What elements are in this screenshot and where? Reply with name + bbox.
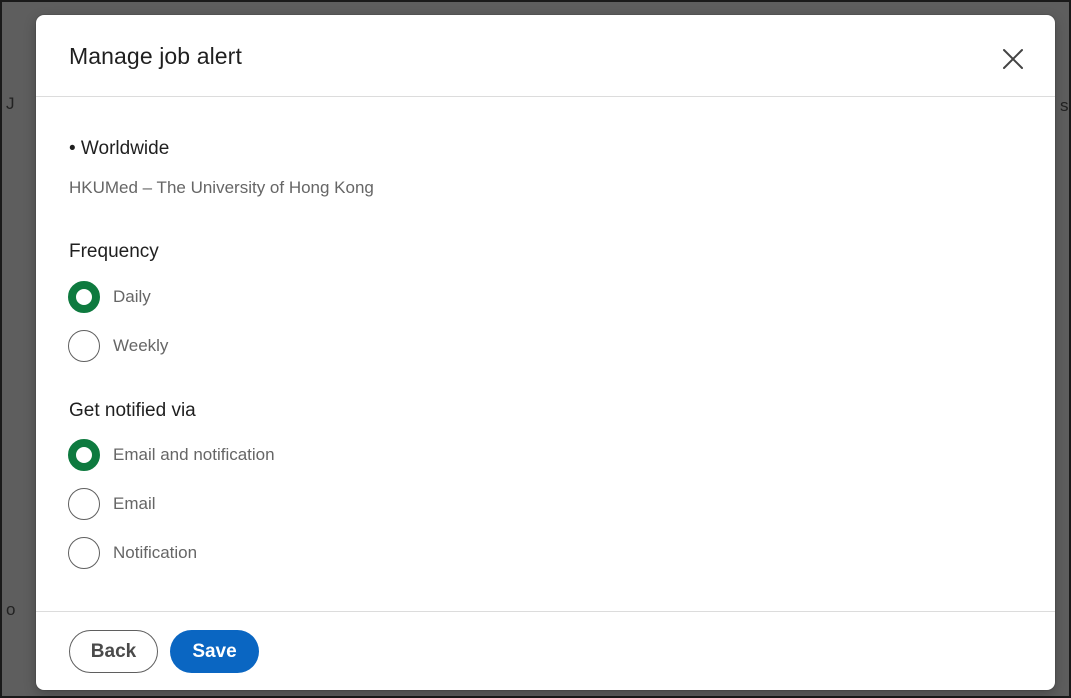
manage-job-alert-dialog: Manage job alert • Worldwide HKUMed – Th… xyxy=(36,15,1055,690)
back-button[interactable]: Back xyxy=(69,630,158,673)
radio-label-daily: Daily xyxy=(113,287,151,306)
radio-notify-email[interactable]: Email xyxy=(68,487,156,521)
radio-frequency-daily[interactable]: Daily xyxy=(68,280,151,314)
frequency-label: Frequency xyxy=(69,241,159,262)
radio-unchecked-icon[interactable] xyxy=(68,488,100,520)
radio-frequency-weekly[interactable]: Weekly xyxy=(68,329,168,363)
close-button[interactable] xyxy=(993,39,1033,79)
radio-label-email: Email xyxy=(113,494,156,513)
dialog-header: Manage job alert xyxy=(36,15,1055,97)
alert-company: HKUMed – The University of Hong Kong xyxy=(69,178,374,197)
alert-location: • Worldwide xyxy=(69,138,170,159)
radio-label-email-and-notification: Email and notification xyxy=(113,445,275,464)
radio-notify-email-and-notification[interactable]: Email and notification xyxy=(68,438,275,472)
radio-label-weekly: Weekly xyxy=(113,336,169,355)
radio-notify-notification[interactable]: Notification xyxy=(68,536,197,570)
dialog-footer: Back Save xyxy=(36,611,1055,690)
radio-label-notification: Notification xyxy=(113,543,198,562)
radio-checked-icon[interactable] xyxy=(68,281,100,313)
close-icon xyxy=(1003,49,1023,69)
radio-unchecked-icon[interactable] xyxy=(68,537,100,569)
dialog-title: Manage job alert xyxy=(69,43,242,69)
radio-unchecked-icon[interactable] xyxy=(68,330,100,362)
background-text-fragment: o xyxy=(6,600,16,619)
background-text-fragment: s xyxy=(1060,96,1069,115)
background-text-fragment: J xyxy=(6,94,15,113)
notify-label: Get notified via xyxy=(69,400,196,421)
save-button[interactable]: Save xyxy=(170,630,259,673)
radio-checked-icon[interactable] xyxy=(68,439,100,471)
